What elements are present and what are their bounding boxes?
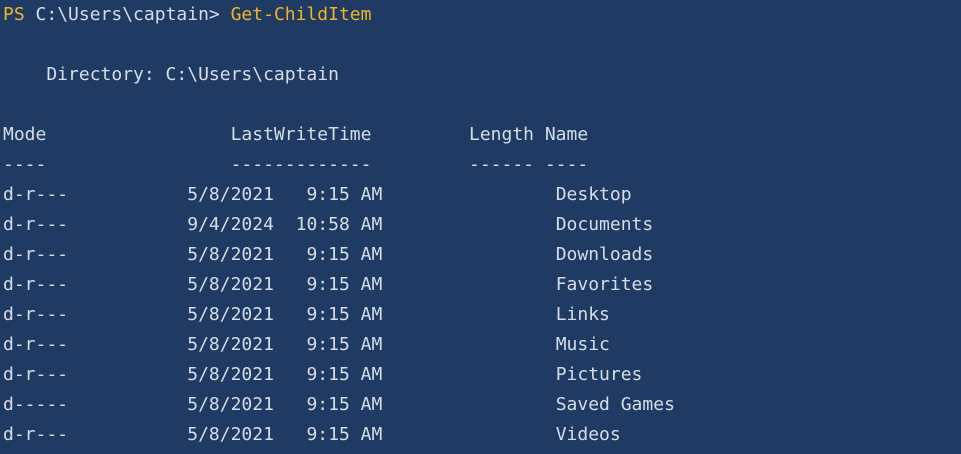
prompt-path: C:\Users\captain> [24,4,231,25]
row-mode: d----- [3,394,166,415]
row-time: 9:15 AM [273,184,383,205]
prompt-ps: PS [3,4,25,25]
row-time: 10:58 AM [273,214,383,235]
row-length [382,244,555,265]
row-mode: d-r--- [3,304,166,325]
row-date: 5/8/2021 [165,424,274,445]
table-row: d-r--- 5/8/2021 9:15 AM Links [3,300,610,330]
row-mode: d-r--- [3,214,166,235]
row-length [382,304,555,325]
row-length [382,364,555,385]
row-mode: d-r--- [3,244,166,265]
table-row: d-r--- 5/8/2021 9:15 AM Downloads [3,240,653,270]
row-date: 5/8/2021 [165,364,274,385]
row-name[interactable]: Music [556,334,610,355]
row-time: 9:15 AM [273,244,383,265]
directory-line: Directory: C:\Users\captain [3,64,339,85]
row-length [382,274,555,295]
row-name[interactable]: Pictures [556,364,643,385]
row-name[interactable]: Favorites [556,274,654,295]
row-length [382,184,555,205]
row-date: 5/8/2021 [165,244,274,265]
terminal-window[interactable]: PS C:\Users\captain> Get-ChildItem Direc… [0,0,961,454]
row-date: 5/8/2021 [165,274,274,295]
row-name[interactable]: Documents [556,214,654,235]
row-name[interactable]: Downloads [556,244,654,265]
command-text: Get-ChildItem [230,4,372,25]
prompt-line: PS C:\Users\captain> Get-ChildItem [3,0,371,30]
row-mode: d-r--- [3,184,166,205]
row-time: 9:15 AM [273,364,383,385]
table-row: d-r--- 9/4/2024 10:58 AM Documents [3,210,653,240]
table-header: Mode LastWriteTime Length Name [3,124,589,145]
row-length [382,424,555,445]
row-time: 9:15 AM [273,274,383,295]
row-date: 9/4/2024 [165,214,274,235]
row-date: 5/8/2021 [165,184,274,205]
row-name[interactable]: Videos [556,424,621,445]
row-length [382,394,555,415]
row-date: 5/8/2021 [165,304,274,325]
row-time: 9:15 AM [273,424,383,445]
row-mode: d-r--- [3,424,166,445]
row-date: 5/8/2021 [165,394,274,415]
row-name[interactable]: Links [556,304,610,325]
table-row: d-r--- 5/8/2021 9:15 AM Favorites [3,270,653,300]
row-length [382,334,555,355]
table-row: d----- 5/8/2021 9:15 AM Saved Games [3,390,675,420]
table-row: d-r--- 5/8/2021 9:15 AM Music [3,330,610,360]
row-mode: d-r--- [3,334,166,355]
row-time: 9:15 AM [273,394,383,415]
row-name[interactable]: Desktop [556,184,632,205]
row-date: 5/8/2021 [165,334,274,355]
row-mode: d-r--- [3,364,166,385]
table-row: d-r--- 5/8/2021 9:15 AM Desktop [3,180,632,210]
row-length [382,214,555,235]
row-mode: d-r--- [3,274,166,295]
row-name[interactable]: Saved Games [556,394,675,415]
row-time: 9:15 AM [273,304,383,325]
table-row: d-r--- 5/8/2021 9:15 AM Pictures [3,360,642,390]
row-time: 9:15 AM [273,334,383,355]
table-row: d-r--- 5/8/2021 9:15 AM Videos [3,420,621,450]
table-separator: ---- ------------- ------ ---- [3,154,589,175]
